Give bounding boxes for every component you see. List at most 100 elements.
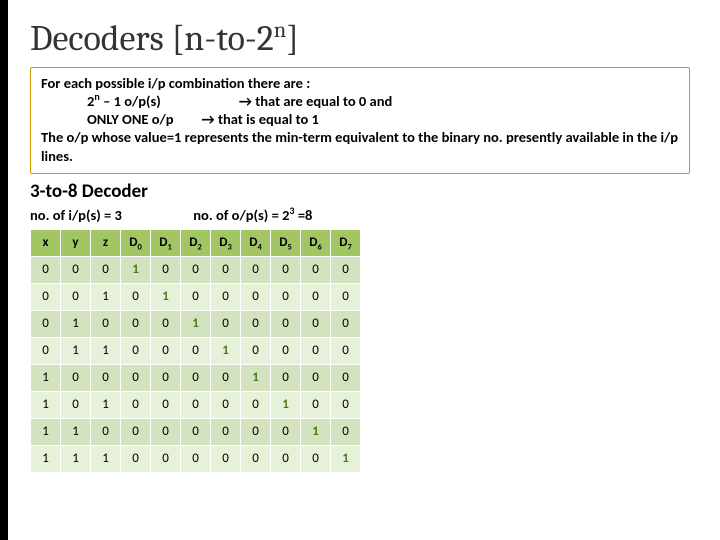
table-row: 10100000100	[31, 391, 361, 418]
cell-in: 0	[31, 310, 61, 337]
cell-in: 0	[91, 418, 121, 445]
cell-out: 0	[331, 364, 361, 391]
cell-out: 0	[181, 337, 211, 364]
cell-out: 0	[181, 364, 211, 391]
cell-out: 0	[181, 445, 211, 472]
th-in-y: y	[61, 229, 91, 256]
cell-out: 0	[181, 391, 211, 418]
th-in-z: z	[91, 229, 121, 256]
page-title: Decoders [n-to-2n]	[30, 18, 690, 59]
cell-in: 0	[31, 337, 61, 364]
cell-out: 0	[271, 445, 301, 472]
cell-out: 0	[151, 337, 181, 364]
cell-in: 1	[61, 418, 91, 445]
table-row: 11100000001	[31, 445, 361, 472]
cell-out: 0	[301, 391, 331, 418]
info-line-2c: → that are equal to 0 and	[239, 92, 392, 110]
cell-out: 0	[121, 310, 151, 337]
truth-table: xyzD0D1D2D3D4D5D6D7 00010000000001010000…	[30, 229, 361, 473]
cell-out: 0	[121, 445, 151, 472]
info-line-2: 2n – 1 o/p(s)→ that are equal to 0 and	[87, 92, 679, 110]
cell-out: 0	[121, 418, 151, 445]
cell-out: 0	[151, 391, 181, 418]
th-out-7: D7	[331, 229, 361, 256]
cell-in: 1	[61, 310, 91, 337]
cell-out: 0	[271, 418, 301, 445]
info-line-3a: ONLY ONE o/p	[87, 110, 174, 128]
sub-heading: 3-to-8 Decoder	[30, 180, 690, 203]
cell-out: 0	[121, 283, 151, 310]
title-post: ]	[286, 18, 299, 59]
info-line-3b: → that is equal to 1	[202, 110, 319, 128]
cell-in: 1	[31, 445, 61, 472]
cell-out: 0	[271, 364, 301, 391]
cell-out: 1	[301, 418, 331, 445]
cell-out: 1	[331, 445, 361, 472]
table-row: 11000000010	[31, 418, 361, 445]
th-in-x: x	[31, 229, 61, 256]
cell-out: 0	[331, 283, 361, 310]
cell-out: 0	[301, 256, 331, 283]
cell-out: 0	[331, 337, 361, 364]
cell-out: 1	[271, 391, 301, 418]
cell-out: 0	[151, 310, 181, 337]
cell-out: 0	[271, 283, 301, 310]
info-line-1: For each possible i/p combination there …	[41, 74, 679, 92]
cell-out: 0	[271, 310, 301, 337]
cell-out: 0	[211, 391, 241, 418]
table-row: 00010000000	[31, 256, 361, 283]
cell-in: 0	[31, 256, 61, 283]
cell-out: 0	[271, 256, 301, 283]
cell-out: 0	[211, 418, 241, 445]
cell-in: 0	[61, 283, 91, 310]
cell-out: 0	[331, 256, 361, 283]
cell-out: 0	[181, 418, 211, 445]
table-row: 01000100000	[31, 310, 361, 337]
cell-out: 1	[241, 364, 271, 391]
cell-out: 0	[301, 283, 331, 310]
title-sup: n	[274, 17, 286, 43]
cell-out: 0	[121, 364, 151, 391]
cell-out: 0	[331, 310, 361, 337]
cell-out: 0	[331, 391, 361, 418]
cell-out: 0	[331, 418, 361, 445]
cell-out: 0	[241, 391, 271, 418]
cell-out: 1	[121, 256, 151, 283]
io-counts: no. of i/p(s) = 3 no. of o/p(s) = 23 =8	[30, 206, 690, 224]
table-row: 01100010000	[31, 337, 361, 364]
cell-in: 1	[31, 364, 61, 391]
th-out-0: D0	[121, 229, 151, 256]
th-out-3: D3	[211, 229, 241, 256]
cell-out: 0	[301, 445, 331, 472]
cell-out: 0	[211, 364, 241, 391]
cell-out: 0	[271, 337, 301, 364]
cell-in: 1	[31, 418, 61, 445]
table-row: 00101000000	[31, 283, 361, 310]
cell-out: 0	[241, 310, 271, 337]
cell-out: 1	[211, 337, 241, 364]
cell-out: 0	[181, 256, 211, 283]
cell-in: 0	[61, 256, 91, 283]
cell-out: 0	[241, 337, 271, 364]
cell-out: 0	[301, 364, 331, 391]
cell-out: 0	[211, 256, 241, 283]
slide: Decoders [n-to-2n] For each possible i/p…	[0, 0, 720, 540]
title-pre: Decoders [n-to-2	[30, 18, 274, 59]
th-out-6: D6	[301, 229, 331, 256]
cell-out: 1	[151, 283, 181, 310]
th-out-1: D1	[151, 229, 181, 256]
cell-in: 0	[31, 283, 61, 310]
cell-out: 0	[151, 445, 181, 472]
cell-out: 0	[211, 283, 241, 310]
cell-in: 0	[61, 391, 91, 418]
cell-out: 0	[241, 418, 271, 445]
cell-in: 0	[91, 256, 121, 283]
info-line-4: The o/p whose value=1 represents the min…	[41, 128, 679, 164]
th-out-4: D4	[241, 229, 271, 256]
op-count-a: no. of o/p(s) = 2	[193, 206, 289, 224]
cell-out: 0	[151, 364, 181, 391]
info-line-3: ONLY ONE o/p → that is equal to 1	[87, 110, 679, 128]
table-header-row: xyzD0D1D2D3D4D5D6D7	[31, 229, 361, 256]
cell-out: 0	[181, 283, 211, 310]
cell-in: 1	[91, 337, 121, 364]
